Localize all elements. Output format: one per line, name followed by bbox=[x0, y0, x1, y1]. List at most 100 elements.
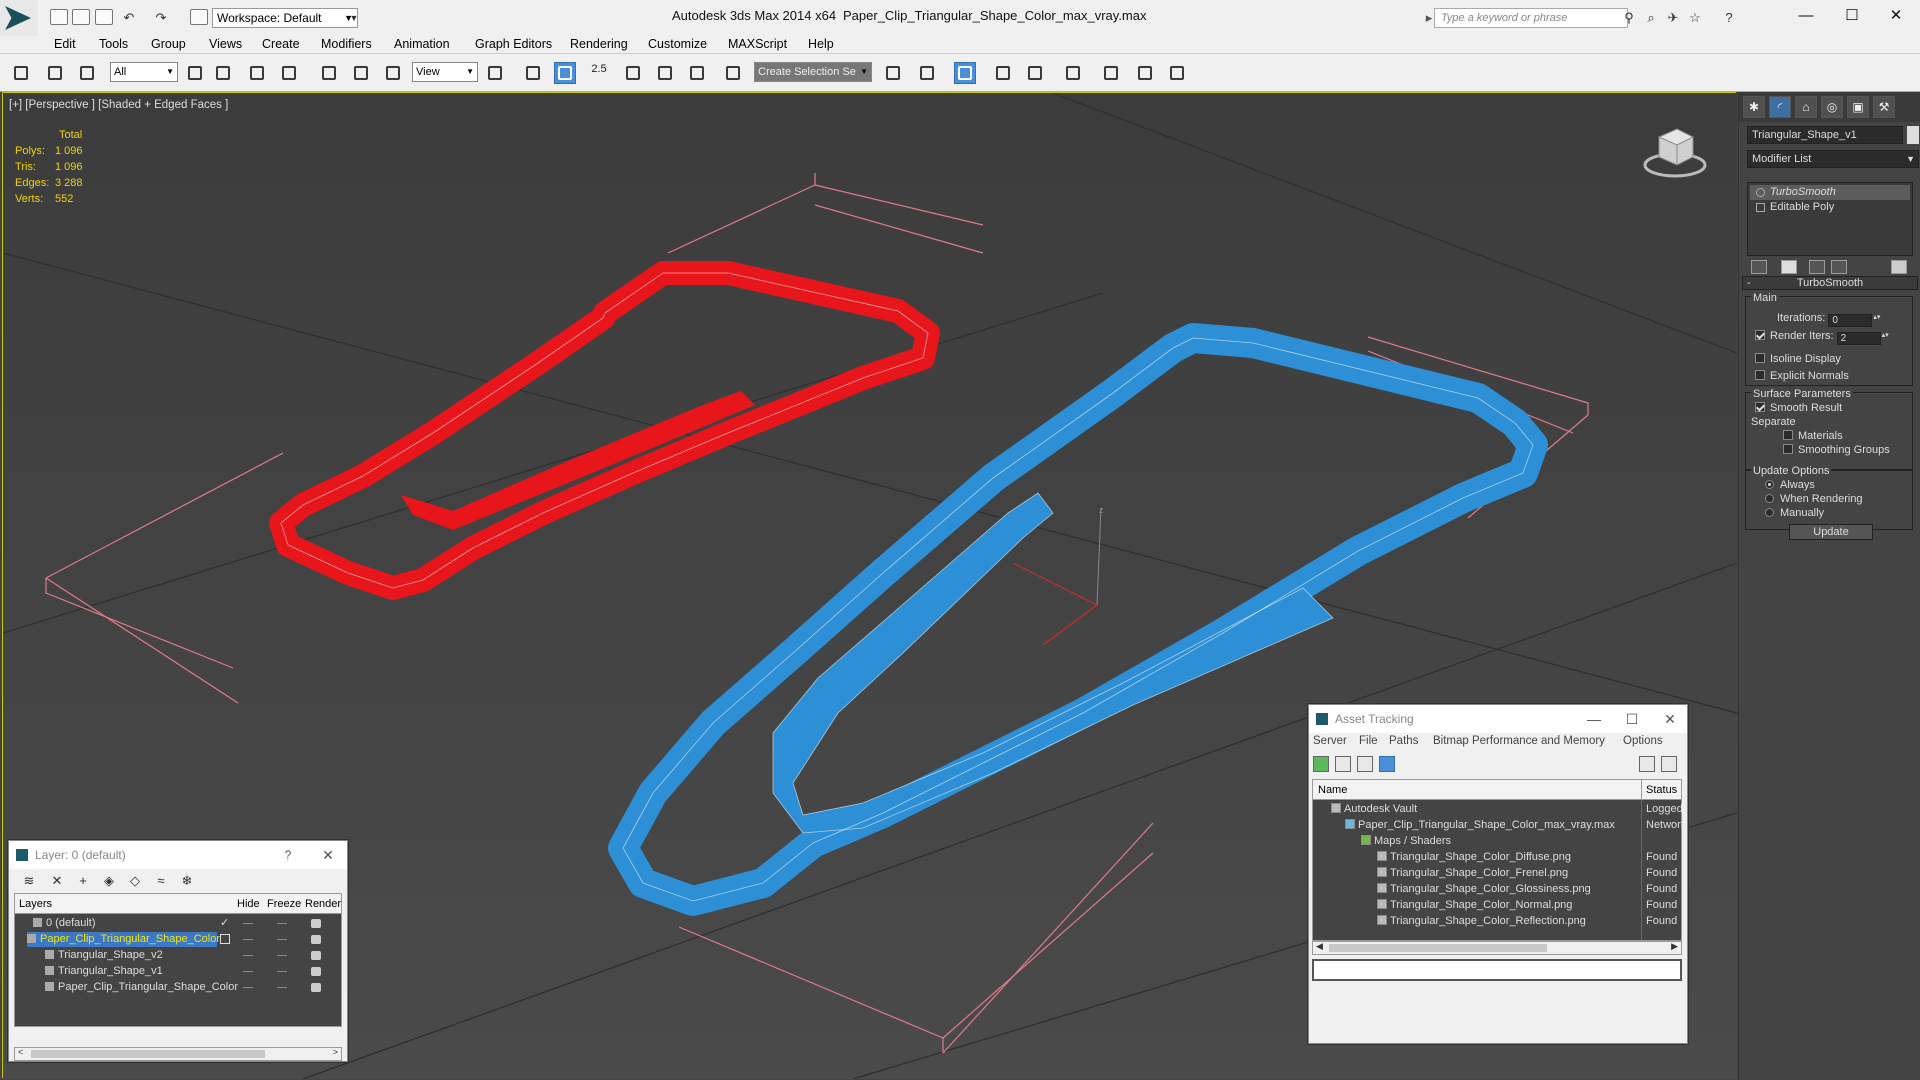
stack-item-turbosmooth[interactable]: TurboSmooth bbox=[1750, 185, 1910, 200]
reference-coordinate-dropdown[interactable]: View ▼ bbox=[412, 62, 478, 82]
render-toggle-icon[interactable] bbox=[311, 983, 321, 992]
menu-help[interactable]: Help bbox=[808, 37, 834, 51]
close-button[interactable]: ✕ bbox=[1876, 2, 1916, 30]
layer-close-button[interactable]: ✕ bbox=[311, 841, 345, 869]
render-toggle-icon[interactable] bbox=[311, 967, 321, 976]
render-iters-checkbox[interactable] bbox=[1755, 330, 1765, 340]
render-production-icon[interactable] bbox=[1166, 62, 1188, 84]
graphite-modeling-icon[interactable] bbox=[992, 62, 1014, 84]
object-name-field[interactable]: Triangular_Shape_v1 bbox=[1747, 126, 1903, 144]
active-layer-check-icon[interactable]: ✓ bbox=[220, 916, 229, 931]
at-col-name[interactable]: Name bbox=[1318, 780, 1347, 800]
window-crossing-icon[interactable] bbox=[278, 62, 300, 84]
keyboard-shortcut-override-icon[interactable] bbox=[554, 62, 576, 84]
rendered-frame-window-icon[interactable] bbox=[1134, 62, 1156, 84]
always-radio[interactable] bbox=[1765, 480, 1774, 489]
menu-graph-editors[interactable]: Graph Editors bbox=[475, 37, 552, 51]
stack-item-editable-poly[interactable]: Editable Poly bbox=[1750, 200, 1910, 215]
hide-all-layers-icon[interactable]: ≈ bbox=[153, 873, 169, 889]
modify-tab-icon[interactable]: ◜ bbox=[1769, 96, 1791, 118]
configure-modifier-sets-icon[interactable] bbox=[1891, 260, 1907, 274]
at-menu-file[interactable]: File bbox=[1359, 735, 1378, 747]
menu-group[interactable]: Group bbox=[151, 37, 186, 51]
menu-customize[interactable]: Customize bbox=[648, 37, 707, 51]
menu-create[interactable]: Create bbox=[262, 37, 300, 51]
explicit-normals-checkbox[interactable] bbox=[1755, 370, 1765, 380]
asset-tracking-close-button[interactable]: ✕ bbox=[1653, 705, 1687, 733]
remove-modifier-icon[interactable] bbox=[1831, 260, 1847, 274]
at-row-diffuse[interactable]: Triangular_Shape_Color_Diffuse.png Found bbox=[1313, 850, 1681, 865]
when-rendering-radio[interactable] bbox=[1765, 494, 1774, 503]
col-hide[interactable]: Hide bbox=[237, 894, 260, 914]
save-file-icon[interactable] bbox=[95, 9, 113, 25]
at-row-glossiness[interactable]: Triangular_Shape_Color_Glossiness.png Fou… bbox=[1313, 882, 1681, 897]
menu-tools[interactable]: Tools bbox=[99, 37, 128, 51]
pin-stack-icon[interactable] bbox=[1751, 260, 1767, 274]
new-file-icon[interactable] bbox=[50, 9, 68, 25]
pivot-center-icon[interactable] bbox=[484, 62, 506, 84]
asset-tracking-maximize-button[interactable]: ☐ bbox=[1615, 705, 1649, 733]
at-row-reflection[interactable]: Triangular_Shape_Color_Reflection.png Fou… bbox=[1313, 914, 1681, 929]
render-setup-icon[interactable] bbox=[1100, 62, 1122, 84]
bind-space-warp-icon[interactable] bbox=[76, 62, 98, 84]
at-row-vault[interactable]: Autodesk Vault Logged O bbox=[1313, 802, 1683, 817]
layer-row-default[interactable]: 0 (default) ✓ bbox=[15, 916, 341, 931]
render-toggle-icon[interactable] bbox=[311, 951, 321, 960]
exchange-icon[interactable]: ✈ bbox=[1664, 9, 1682, 27]
at-menu-bitmap-performance[interactable]: Bitmap Performance and Memory bbox=[1433, 735, 1605, 747]
viewport-label[interactable]: [+] [Perspective ] [Shaded + Edged Faces… bbox=[9, 99, 228, 111]
unlink-icon[interactable] bbox=[44, 62, 66, 84]
turbosmooth-rollout-title[interactable]: - TurboSmooth bbox=[1742, 276, 1918, 290]
col-render[interactable]: Render bbox=[305, 894, 341, 914]
update-button[interactable]: Update bbox=[1789, 524, 1873, 540]
isoline-checkbox[interactable] bbox=[1755, 353, 1765, 363]
layer-row-shape-v2[interactable]: Triangular_Shape_v2 bbox=[15, 948, 341, 963]
col-freeze[interactable]: Freeze bbox=[267, 894, 301, 914]
hierarchy-tab-icon[interactable]: ⌂ bbox=[1795, 96, 1817, 118]
menu-animation[interactable]: Animation bbox=[394, 37, 450, 51]
rectangular-selection-icon[interactable] bbox=[246, 62, 268, 84]
at-menu-server[interactable]: Server bbox=[1313, 735, 1347, 747]
at-table-view-icon[interactable] bbox=[1379, 756, 1395, 772]
viewcube-icon[interactable] bbox=[1643, 123, 1707, 183]
search-input[interactable]: Type a keyword or phrase bbox=[1434, 8, 1628, 28]
at-row-max-file[interactable]: Paper_Clip_Triangular_Shape_Color_max_vr… bbox=[1313, 818, 1683, 833]
menu-views[interactable]: Views bbox=[209, 37, 242, 51]
project-folder-icon[interactable] bbox=[190, 9, 208, 25]
redo-icon[interactable]: ↷ bbox=[152, 9, 170, 27]
display-tab-icon[interactable]: ▣ bbox=[1847, 96, 1869, 118]
create-layer-icon[interactable]: ≋ bbox=[21, 873, 37, 889]
at-details-view-icon[interactable] bbox=[1357, 756, 1373, 772]
select-by-name-icon[interactable] bbox=[212, 62, 234, 84]
workspace-arrow-icon[interactable]: ▼ bbox=[345, 9, 363, 27]
layer-help-button[interactable]: ? bbox=[271, 841, 305, 869]
smooth-result-checkbox[interactable] bbox=[1755, 402, 1765, 412]
utilities-tab-icon[interactable]: ⚒ bbox=[1873, 96, 1895, 118]
at-help-icon[interactable] bbox=[1639, 756, 1655, 772]
spinner-snap-icon[interactable] bbox=[686, 62, 708, 84]
smoothing-groups-checkbox[interactable] bbox=[1783, 444, 1793, 454]
select-in-layer-icon[interactable]: ◈ bbox=[101, 873, 117, 889]
render-toggle-icon[interactable] bbox=[311, 935, 321, 944]
menu-maxscript[interactable]: MAXScript bbox=[728, 37, 787, 51]
at-row-normal[interactable]: Triangular_Shape_Color_Normal.png Found bbox=[1313, 898, 1681, 913]
at-menu-options[interactable]: Options bbox=[1623, 735, 1663, 747]
app-logo-icon[interactable] bbox=[0, 0, 38, 36]
layer-row-shape-v1[interactable]: Triangular_Shape_v1 bbox=[15, 964, 341, 979]
at-list-view-icon[interactable] bbox=[1335, 756, 1351, 772]
at-menu-paths[interactable]: Paths bbox=[1389, 735, 1418, 747]
workspace-dropdown[interactable]: Workspace: Default ▼ bbox=[212, 8, 358, 28]
col-layers[interactable]: Layers bbox=[19, 894, 52, 914]
favorites-icon[interactable]: ☆ bbox=[1686, 9, 1704, 27]
material-editor-icon[interactable] bbox=[1062, 62, 1084, 84]
asset-tracking-minimize-button[interactable]: — bbox=[1577, 705, 1611, 733]
menu-modifiers[interactable]: Modifiers bbox=[321, 37, 372, 51]
mirror-icon[interactable] bbox=[882, 62, 904, 84]
at-refresh-icon[interactable] bbox=[1313, 756, 1329, 772]
materials-checkbox[interactable] bbox=[1783, 430, 1793, 440]
object-color-swatch[interactable] bbox=[1907, 126, 1919, 144]
select-manipulate-icon[interactable] bbox=[522, 62, 544, 84]
create-tab-icon[interactable]: ✱ bbox=[1743, 96, 1765, 118]
freeze-all-layers-icon[interactable]: ❄ bbox=[179, 873, 195, 889]
layer-manager-icon[interactable] bbox=[954, 62, 976, 84]
